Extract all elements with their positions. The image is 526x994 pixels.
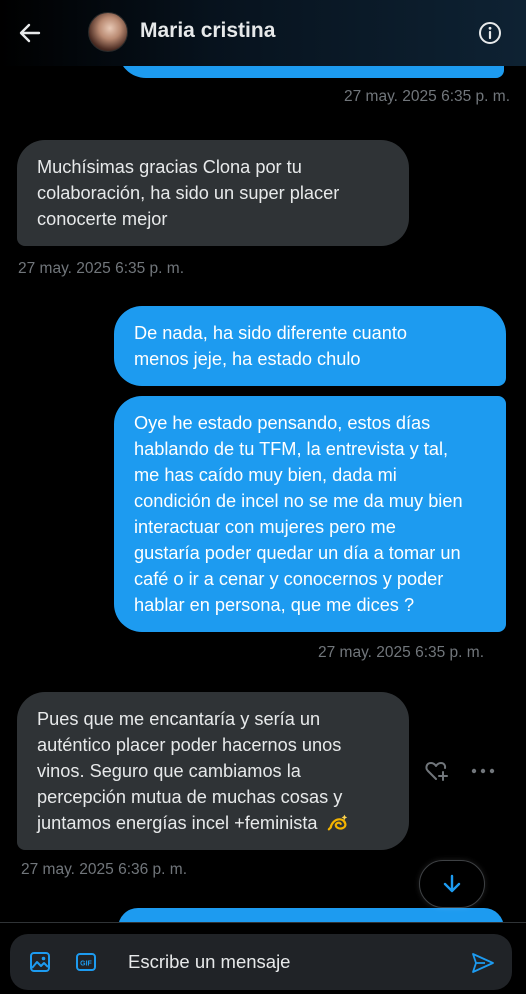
gif-icon: GIF (76, 953, 96, 971)
message-line: vinos. Seguro que cambiamos la (37, 761, 301, 781)
message-line: Muchísimas gracias Clona por tu (37, 157, 302, 177)
message-line: Oye he estado pensando, estos días (134, 413, 431, 433)
message-line: colaboración, ha sido un super placer (37, 183, 340, 203)
send-icon (472, 953, 494, 973)
incoming-message[interactable]: Pues que me encantaría y sería un autént… (17, 692, 409, 850)
more-horizontal-icon (471, 768, 495, 774)
message-line: juntamos energías incel +feminista (37, 813, 318, 833)
message-line: menos jeje, ha estado chulo (134, 349, 361, 369)
message-line: condición de incel no se me da muy bien (134, 491, 463, 511)
info-button[interactable] (476, 19, 504, 47)
message-line: percepción mutua de muchas cosas y (37, 787, 343, 807)
more-options-button[interactable] (468, 756, 498, 786)
composer-bar: GIF (0, 922, 526, 994)
message-line: gustaría poder quedar un día a tomar un (134, 543, 461, 563)
arrow-down-icon (443, 874, 461, 893)
arrow-left-icon (19, 23, 41, 43)
message-timestamp: 27 may. 2025 6:35 p. m. (18, 260, 185, 277)
message-line: hablando de tu TFM, la entrevista y tal, (134, 439, 449, 459)
message-line: interactuar con mujeres pero me (134, 517, 396, 537)
message-line: me has caído muy bien, dada mi (134, 465, 397, 485)
dizzy-emoji (327, 814, 347, 831)
outgoing-message[interactable]: De nada, ha sido diferente cuanto menos … (114, 306, 506, 386)
chat-header: Maria cristina (0, 0, 526, 66)
contact-name[interactable]: Maria cristina (140, 19, 275, 43)
message-timestamp: 27 may. 2025 6:35 p. m. (318, 644, 485, 661)
svg-text:GIF: GIF (80, 961, 92, 968)
incoming-message[interactable]: Muchísimas gracias Clona por tu colabora… (17, 140, 409, 246)
info-circle-icon (479, 22, 501, 44)
outgoing-message[interactable]: Oye he estado pensando, estos días habla… (114, 396, 506, 632)
media-button[interactable] (26, 948, 54, 976)
scroll-to-bottom-button[interactable] (419, 860, 485, 908)
message-timestamp: 27 may. 2025 6:36 p. m. (21, 861, 188, 878)
image-icon (30, 952, 50, 972)
message-timestamp: 27 may. 2025 6:35 p. m. (344, 88, 511, 105)
message-line: conocerte mejor (37, 209, 168, 229)
add-reaction-button[interactable] (422, 756, 452, 786)
message-line: auténtico placer poder hacernos unos (37, 735, 342, 755)
message-composer: GIF (10, 934, 512, 990)
gif-button[interactable]: GIF (72, 948, 100, 976)
message-line-with-emoji: juntamos energías incel +feminista (37, 810, 389, 836)
message-line: hablar en persona, que me dices ? (134, 595, 415, 615)
message-line: café o ir a cenar y conocernos y poder (134, 569, 444, 589)
message-line: De nada, ha sido diferente cuanto (134, 323, 408, 343)
back-button[interactable] (14, 17, 46, 49)
heart-plus-icon (425, 762, 448, 781)
message-line: Pues que me encantaría y sería un (37, 709, 321, 729)
avatar[interactable] (88, 12, 128, 52)
message-input[interactable] (128, 944, 458, 980)
send-button[interactable] (468, 948, 498, 978)
